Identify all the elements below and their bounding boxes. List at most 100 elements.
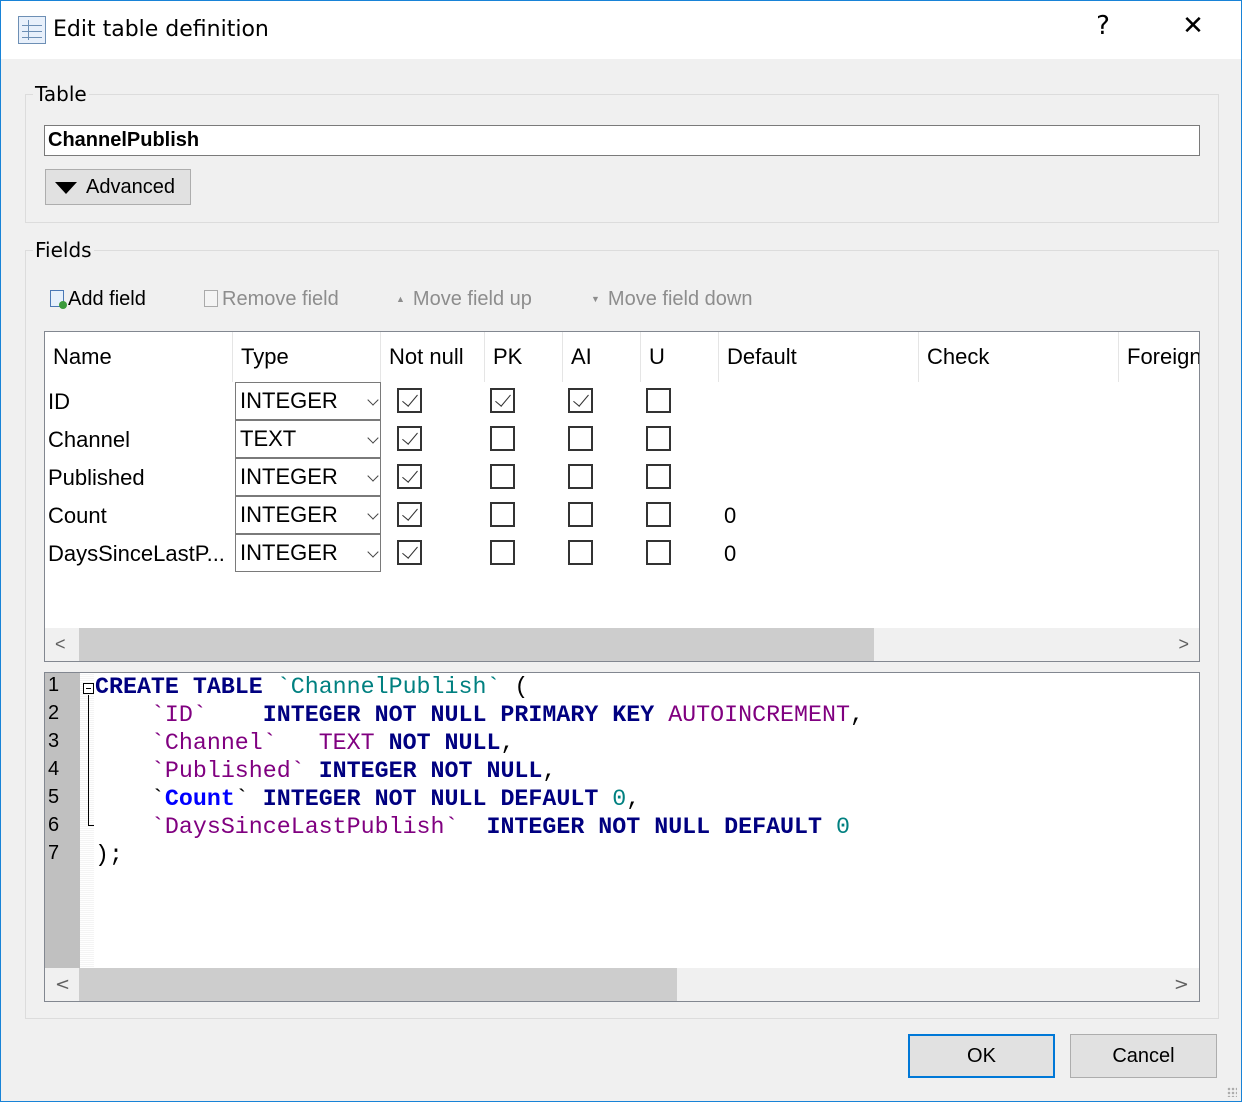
scroll-right-icon[interactable]: > — [1174, 974, 1189, 995]
sql-token: `Channel` — [150, 730, 277, 756]
sql-preview-editor[interactable]: < > 1 2 3 4 5 6 7 CREATE TABLE `ChannelPublish`… — [44, 672, 1200, 1002]
pk-checkbox[interactable] — [490, 540, 515, 565]
field-name-cell[interactable]: ID — [48, 389, 70, 415]
not-null-checkbox[interactable] — [397, 502, 422, 527]
not-null-checkbox[interactable] — [397, 426, 422, 451]
u-checkbox[interactable] — [646, 388, 671, 413]
default-value-cell[interactable]: 0 — [724, 503, 736, 529]
field-type-value: INTEGER — [240, 540, 338, 565]
window-title: Edit table definition — [53, 17, 269, 42]
add-document-icon — [50, 290, 67, 309]
ai-checkbox[interactable] — [568, 388, 593, 413]
column-header-ai[interactable]: AI — [563, 332, 641, 382]
ai-checkbox[interactable] — [568, 426, 593, 451]
advanced-toggle-button[interactable]: Advanced — [45, 169, 191, 205]
sql-token: AUTOINCREMENT — [668, 702, 850, 728]
field-type-select[interactable]: INTEGER — [235, 382, 381, 420]
fold-line — [88, 695, 89, 825]
sql-token: INTEGER NOT NULL — [304, 758, 543, 784]
sql-token: 0 — [612, 786, 627, 812]
edit-table-dialog: Edit table definition ? ✕ Table ChannelP… — [0, 0, 1242, 1102]
sql-token: , — [626, 786, 641, 812]
remove-field-button[interactable]: Remove field — [204, 288, 339, 311]
sql-token: INTEGER NOT NULL DEFAULT — [248, 786, 613, 812]
pk-checkbox[interactable] — [490, 426, 515, 451]
sql-token: ` — [95, 786, 165, 812]
ai-checkbox[interactable] — [568, 502, 593, 527]
pk-checkbox[interactable] — [490, 464, 515, 489]
arrow-up-icon: ▲ — [396, 294, 405, 304]
fields-grid[interactable]: < > Name Type Not null PK AI U Default Check For… — [44, 331, 1200, 662]
fold-collapse-icon[interactable] — [83, 683, 94, 694]
field-name-cell[interactable]: DaysSinceLastP... — [48, 541, 225, 567]
scroll-thumb[interactable] — [79, 628, 874, 661]
ok-button[interactable]: OK — [908, 1034, 1055, 1078]
field-type-select[interactable]: INTEGER — [235, 496, 381, 534]
triangle-down-icon — [55, 182, 77, 194]
field-type-select[interactable]: TEXT — [235, 420, 381, 458]
field-type-select[interactable]: INTEGER — [235, 534, 381, 572]
field-type-value: INTEGER — [240, 502, 338, 527]
fields-group-label: Fields — [33, 238, 94, 262]
table-name-input[interactable]: ChannelPublish — [44, 125, 1200, 156]
field-type-select[interactable]: INTEGER — [235, 458, 381, 496]
sql-token: TEXT — [318, 730, 375, 756]
close-button[interactable]: ✕ — [1173, 11, 1213, 41]
code-line: `Count` INTEGER NOT NULL DEFAULT 0, — [95, 785, 640, 813]
scroll-left-icon[interactable]: < — [55, 634, 66, 655]
sql-token: , — [542, 758, 557, 784]
cancel-button[interactable]: Cancel — [1070, 1034, 1217, 1078]
u-checkbox[interactable] — [646, 502, 671, 527]
table-row: Channel TEXT — [45, 420, 1199, 458]
editor-horizontal-scrollbar[interactable]: < > — [45, 968, 1199, 1001]
move-field-up-button[interactable]: ▲ Move field up — [396, 288, 532, 311]
move-up-label: Move field up — [412, 288, 532, 310]
add-field-button[interactable]: Add field — [50, 288, 146, 311]
column-header-not-null[interactable]: Not null — [381, 332, 485, 382]
default-value-cell[interactable]: 0 — [724, 541, 736, 567]
field-name-cell[interactable]: Published — [48, 465, 145, 491]
ai-checkbox[interactable] — [568, 540, 593, 565]
arrow-down-icon: ▼ — [591, 294, 600, 304]
grid-horizontal-scrollbar[interactable]: < > — [45, 628, 1199, 661]
column-header-name[interactable]: Name — [45, 332, 233, 382]
column-header-default[interactable]: Default — [719, 332, 919, 382]
u-checkbox[interactable] — [646, 426, 671, 451]
not-null-checkbox[interactable] — [397, 388, 422, 413]
add-field-label: Add field — [68, 288, 146, 310]
move-field-down-button[interactable]: ▼ Move field down — [591, 288, 752, 311]
ai-checkbox[interactable] — [568, 464, 593, 489]
table-row: Published INTEGER — [45, 458, 1199, 496]
field-name-cell[interactable]: Count — [48, 503, 107, 529]
line-number: 6 — [48, 814, 60, 836]
column-header-check[interactable]: Check — [919, 332, 1119, 382]
not-null-checkbox[interactable] — [397, 464, 422, 489]
column-header-foreign-key[interactable]: Foreign Key — [1119, 332, 1199, 382]
field-type-value: TEXT — [240, 426, 297, 451]
code-line: CREATE TABLE `ChannelPublish` ( — [95, 673, 528, 701]
field-type-value: INTEGER — [240, 464, 338, 489]
not-null-checkbox[interactable] — [397, 540, 422, 565]
field-name-cell[interactable]: Channel — [48, 427, 130, 453]
scroll-left-icon[interactable]: < — [55, 974, 70, 995]
scroll-right-icon[interactable]: > — [1178, 634, 1189, 655]
pk-checkbox[interactable] — [490, 502, 515, 527]
column-header-pk[interactable]: PK — [485, 332, 563, 382]
column-header-type[interactable]: Type — [233, 332, 381, 382]
column-header-u[interactable]: U — [641, 332, 719, 382]
sql-token: ( — [500, 674, 529, 700]
u-checkbox[interactable] — [646, 464, 671, 489]
table-row: ID INTEGER — [45, 382, 1199, 420]
scroll-thumb[interactable] — [79, 968, 677, 1001]
resize-grip-icon[interactable] — [1227, 1087, 1237, 1097]
help-button[interactable]: ? — [1083, 11, 1123, 41]
title-bar: Edit table definition ? ✕ — [1, 1, 1241, 59]
pk-checkbox[interactable] — [490, 388, 515, 413]
code-line: `Published` INTEGER NOT NULL, — [95, 757, 556, 785]
line-number: 3 — [48, 730, 60, 752]
u-checkbox[interactable] — [646, 540, 671, 565]
